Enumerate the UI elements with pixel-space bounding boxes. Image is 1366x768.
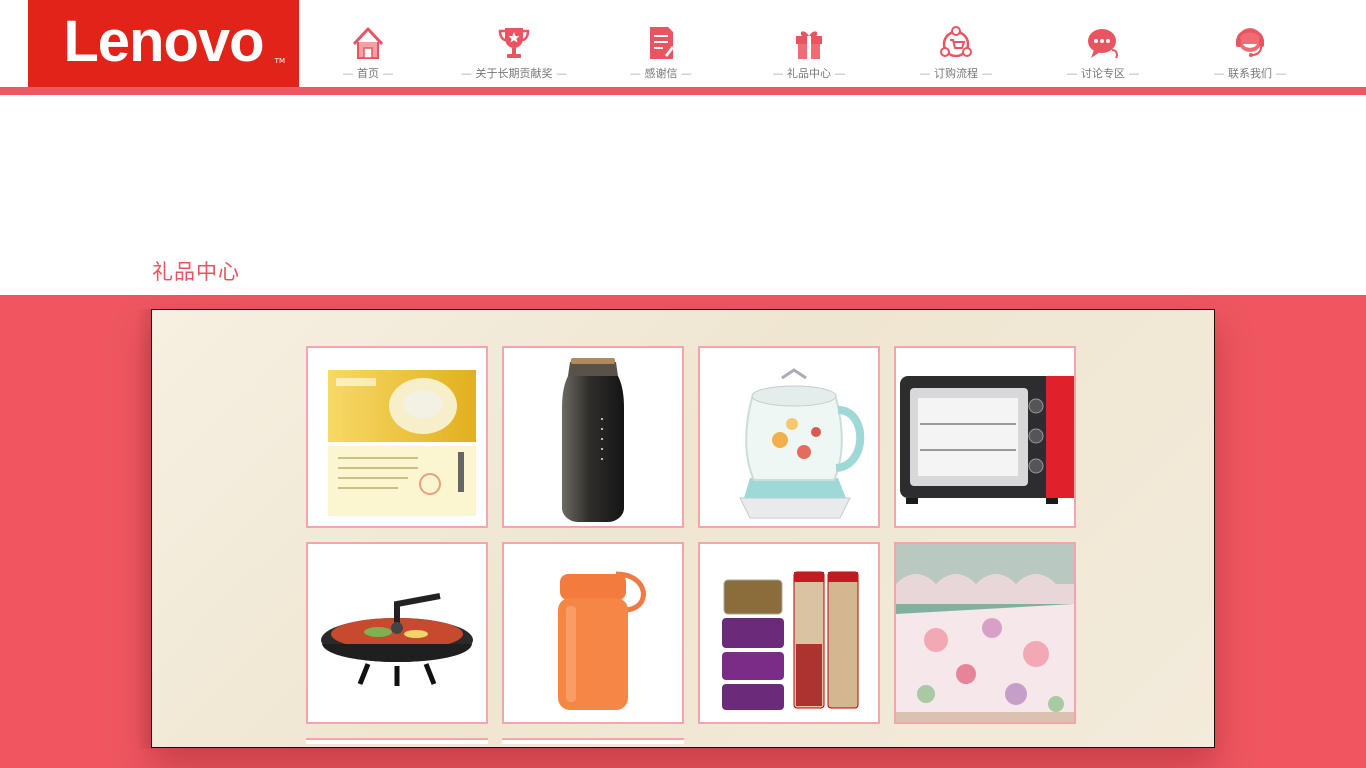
product-card-food-jar[interactable] (502, 542, 684, 724)
gift-icon (796, 31, 822, 59)
home-icon (352, 27, 384, 59)
product-card-gift-voucher[interactable] (306, 346, 488, 528)
nav-item-home[interactable]: 首页 (293, 22, 443, 81)
gift-showcase-board (151, 309, 1215, 748)
nav-item-contact[interactable]: 联系我们 (1175, 22, 1325, 81)
site-header: Lenovo TM 首页 关于长期贡献奖 感谢信 (0, 0, 1366, 87)
electric-hot-pot-image (321, 593, 473, 686)
nav-label-thanks-letter: 感谢信 (586, 65, 736, 81)
electric-oven-image (900, 376, 1074, 504)
nav-item-discussion[interactable]: 讨论专区 (1028, 22, 1178, 81)
nav-item-about-award[interactable]: 关于长期贡献奖 (439, 22, 589, 81)
trademark-mark: TM (274, 57, 285, 65)
nav-label-home: 首页 (293, 65, 443, 81)
health-kettle-image (739, 368, 865, 519)
brand-name: Lenovo (63, 8, 264, 74)
nav-item-thanks-letter[interactable]: 感谢信 (586, 22, 736, 81)
product-card-bedding[interactable] (894, 542, 1076, 724)
nav-label-about-award: 关于长期贡献奖 (439, 65, 589, 81)
product-card-oven[interactable] (894, 346, 1076, 528)
nav-label-contact: 联系我们 (1175, 65, 1325, 81)
orange-food-jar-image (558, 571, 646, 710)
nav-label-order-flow: 订购流程 (881, 65, 1031, 81)
product-card-partial-1 (306, 738, 488, 744)
support-headset-icon (1236, 28, 1264, 57)
order-flow-icon (940, 26, 972, 58)
product-card-partial-2 (502, 738, 684, 744)
thermos-bottle-image (562, 358, 624, 522)
product-card-thermos[interactable] (502, 346, 684, 528)
chat-icon (1088, 29, 1118, 59)
lenovo-logo[interactable]: Lenovo TM (28, 0, 299, 87)
header-divider (0, 87, 1366, 95)
food-storage-containers-image (722, 571, 859, 710)
product-card-hot-pot[interactable] (306, 542, 488, 724)
nav-label-discussion: 讨论专区 (1028, 65, 1178, 81)
trophy-icon (498, 28, 530, 58)
nav-item-gift-center[interactable]: 礼品中心 (734, 22, 884, 81)
nav-label-gift-center: 礼品中心 (734, 65, 884, 81)
floral-bedding-image (896, 544, 1074, 722)
product-card-kettle[interactable] (698, 346, 880, 528)
gift-voucher-image (328, 370, 476, 516)
letter-icon (650, 27, 674, 59)
product-card-storage-set[interactable] (698, 542, 880, 724)
nav-item-order-flow[interactable]: 订购流程 (881, 22, 1031, 81)
section-title: 礼品中心 (152, 260, 240, 284)
